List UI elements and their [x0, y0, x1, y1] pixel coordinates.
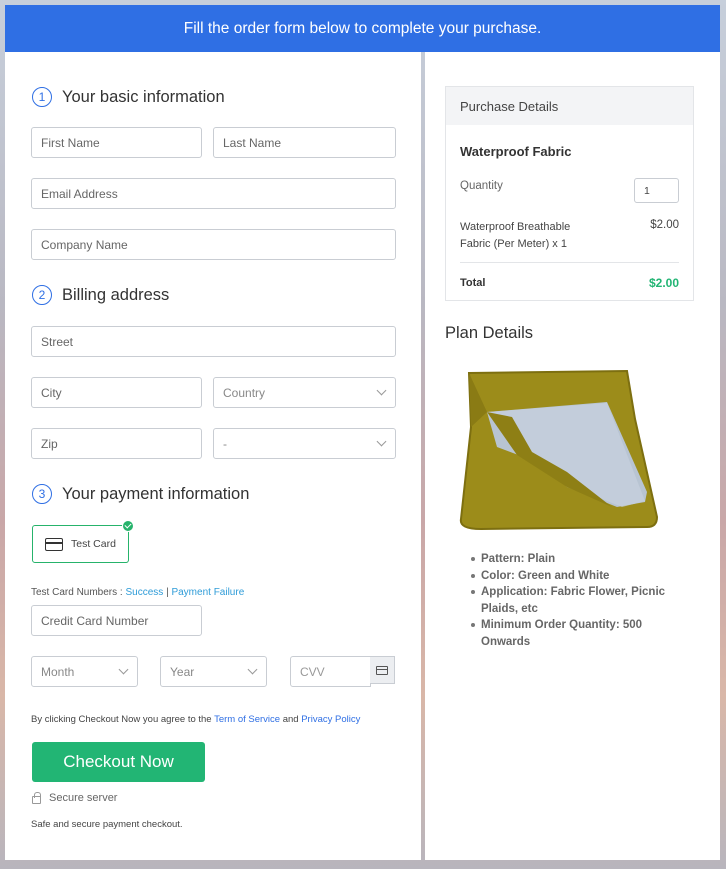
country-value: Country: [223, 385, 266, 400]
city-input[interactable]: City: [31, 377, 202, 408]
banner-text: Fill the order form below to complete yo…: [183, 19, 542, 37]
banner: Fill the order form below to complete yo…: [5, 5, 720, 52]
first-name-placeholder: First Name: [41, 135, 100, 150]
country-select[interactable]: Country: [213, 377, 396, 408]
test-numbers-label: Test Card Numbers :: [31, 587, 123, 598]
purchase-details-card: Purchase Details Waterproof Fabric Quant…: [445, 86, 694, 301]
email-placeholder: Email Address: [41, 186, 118, 201]
email-input[interactable]: Email Address: [31, 178, 396, 209]
last-name-input[interactable]: Last Name: [213, 127, 396, 158]
city-placeholder: City: [41, 385, 62, 400]
street-placeholder: Street: [41, 334, 74, 349]
payment-heading: 3 Your payment information: [32, 484, 249, 504]
terms-and: and: [282, 714, 299, 725]
safe-payment-text: Safe and secure payment checkout.: [31, 819, 183, 830]
card-number-placeholder: Credit Card Number: [41, 613, 149, 628]
chevron-down-icon: [376, 385, 387, 396]
order-form: 1 Your basic information First Name Last…: [5, 52, 421, 860]
list-item: Color: Green and White: [469, 568, 689, 585]
credit-card-icon: [376, 665, 388, 675]
line-item-price: $2.00: [650, 219, 679, 231]
month-value: Month: [41, 664, 75, 679]
terms-text: By clicking Checkout Now you agree to th…: [31, 714, 360, 725]
step-1-icon: 1: [32, 87, 52, 107]
lock-icon: [32, 791, 41, 804]
terms-prefix: By clicking Checkout Now you agree to th…: [31, 714, 212, 725]
step-3-icon: 3: [32, 484, 52, 504]
step-2-icon: 2: [32, 285, 52, 305]
checkout-button[interactable]: Checkout Now: [32, 742, 205, 782]
product-image: [457, 367, 662, 535]
list-item: Minimum Order Quantity: 500 Onwards: [469, 617, 689, 650]
list-item: Application: Fabric Flower, Picnic Plaid…: [469, 584, 689, 617]
first-name-input[interactable]: First Name: [31, 127, 202, 158]
cvv-placeholder: CVV: [300, 664, 325, 679]
test-card-option[interactable]: Test Card: [32, 520, 134, 563]
privacy-policy-link[interactable]: Privacy Policy: [301, 714, 360, 725]
street-input[interactable]: Street: [31, 326, 396, 357]
payment-failure-link[interactable]: Payment Failure: [171, 587, 244, 598]
summary-panel: Purchase Details Waterproof Fabric Quant…: [425, 52, 720, 860]
year-select[interactable]: Year: [160, 656, 267, 687]
total-label: Total: [460, 277, 486, 289]
payment-title: Your payment information: [62, 484, 250, 503]
plan-details-title: Plan Details: [445, 324, 534, 342]
purchase-details-header: Purchase Details: [446, 87, 693, 125]
zip-input[interactable]: Zip: [31, 428, 202, 459]
last-name-placeholder: Last Name: [223, 135, 282, 150]
divider: [460, 262, 679, 263]
card-number-input[interactable]: Credit Card Number: [31, 605, 202, 636]
quantity-input[interactable]: 1: [634, 178, 679, 203]
month-select[interactable]: Month: [31, 656, 138, 687]
line-item-name: Waterproof Breathable Fabric (Per Meter)…: [460, 221, 571, 250]
cvv-input[interactable]: CVV: [290, 656, 371, 687]
test-card-label: Test Card: [71, 538, 116, 550]
link-separator: |: [166, 587, 169, 598]
plan-features: Pattern: Plain Color: Green and White Ap…: [469, 551, 689, 650]
company-input[interactable]: Company Name: [31, 229, 396, 260]
cvv-card-button[interactable]: [370, 656, 395, 684]
success-link[interactable]: Success: [125, 587, 163, 598]
product-title: Waterproof Fabric: [460, 144, 572, 159]
basic-info-title: Your basic information: [62, 87, 225, 106]
total-value: $2.00: [648, 276, 679, 290]
billing-title: Billing address: [62, 285, 170, 304]
credit-card-icon: [45, 537, 63, 551]
state-value: -: [223, 436, 227, 451]
billing-heading: 2 Billing address: [32, 285, 169, 305]
basic-info-heading: 1 Your basic information: [32, 87, 225, 107]
zip-placeholder: Zip: [41, 436, 58, 451]
checkout-label: Checkout Now: [63, 752, 174, 771]
test-card-numbers: Test Card Numbers : Success | Payment Fa…: [31, 587, 244, 598]
secure-server-label: Secure server: [49, 792, 118, 804]
state-select[interactable]: -: [213, 428, 396, 459]
list-item: Pattern: Plain: [469, 551, 689, 568]
secure-server: Secure server: [32, 791, 118, 804]
terms-of-service-link[interactable]: Term of Service: [214, 714, 280, 725]
chevron-down-icon: [118, 664, 129, 675]
chevron-down-icon: [247, 664, 258, 675]
chevron-down-icon: [376, 436, 387, 447]
year-value: Year: [170, 664, 195, 679]
quantity-label: Quantity: [460, 180, 503, 192]
check-icon: [122, 520, 134, 532]
company-placeholder: Company Name: [41, 237, 128, 252]
